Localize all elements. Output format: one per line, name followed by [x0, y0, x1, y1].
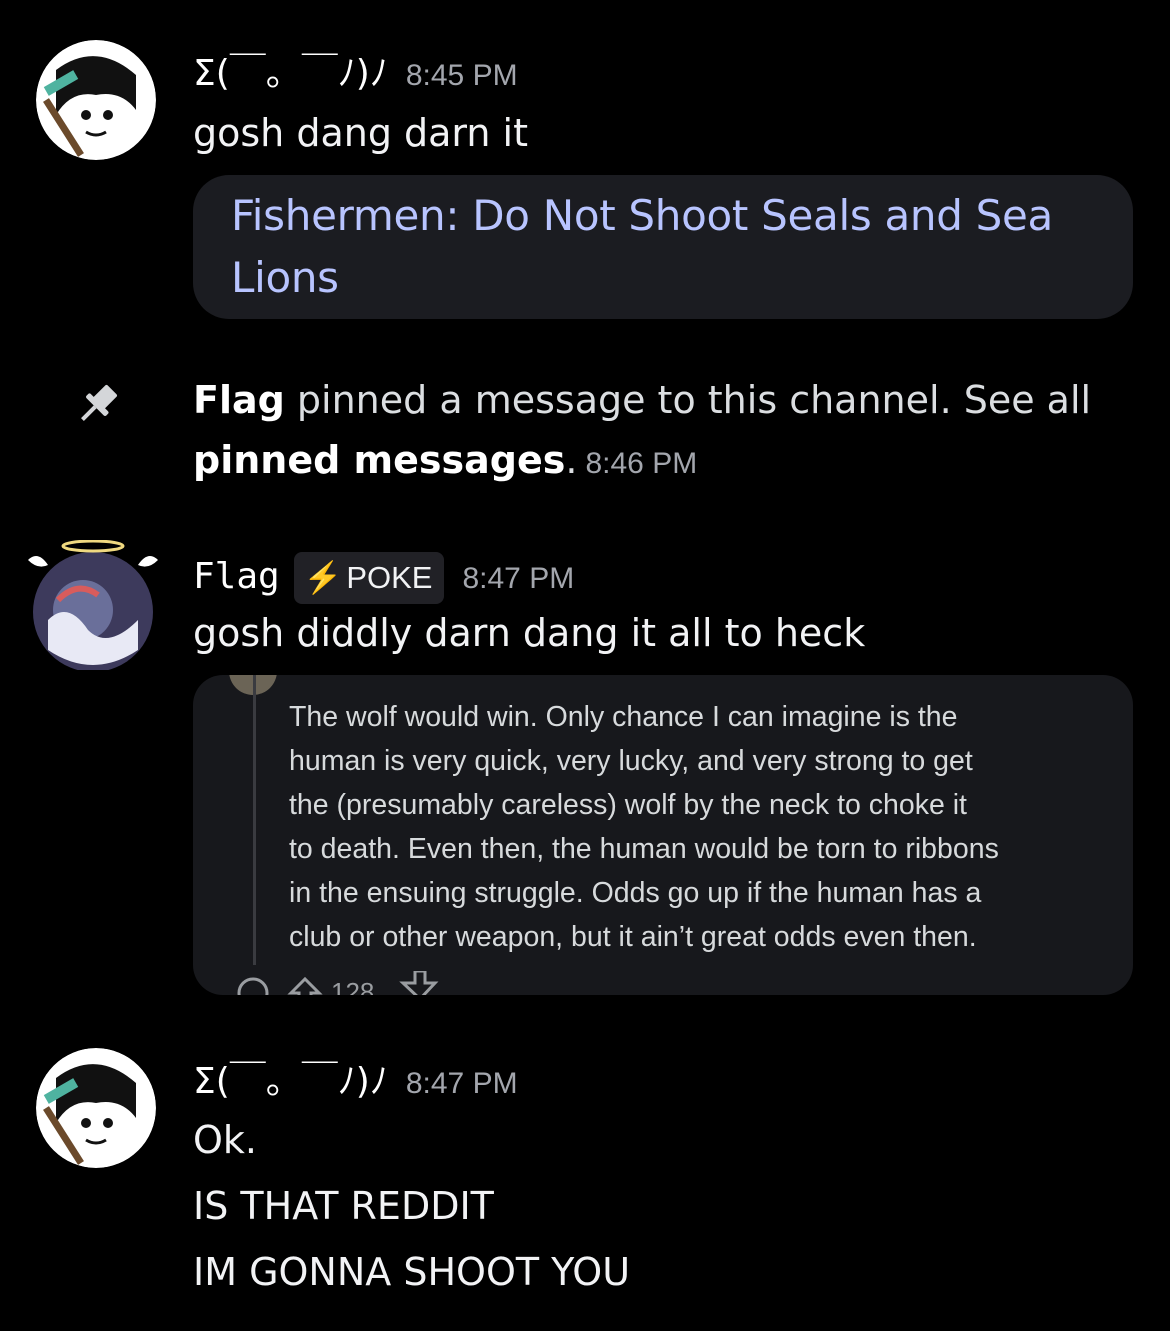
reply-icon	[237, 977, 269, 995]
clan-badge[interactable]: ⚡ POKE	[293, 552, 445, 604]
reddit-comment-body: The wolf would win. Only chance I can im…	[289, 695, 1109, 959]
pinned-messages-link[interactable]: pinned messages	[193, 438, 565, 482]
system-text-end: .	[565, 438, 578, 482]
vote-bar: 128	[235, 971, 535, 995]
message-text: Ok.	[193, 1118, 257, 1162]
badge-label: POKE	[346, 560, 433, 595]
timestamp: 8:46 PM	[585, 447, 698, 480]
timestamp: 8:47 PM	[405, 1067, 518, 1100]
system-actor[interactable]: Flag	[193, 378, 285, 422]
downvote-icon	[399, 971, 439, 995]
lightning-bolt-icon: ⚡	[303, 560, 343, 595]
image-attachment[interactable]: The wolf would win. Only chance I can im…	[193, 675, 1133, 995]
message-text: gosh diddly darn dang it all to heck	[193, 611, 866, 655]
comment-line: club or other weapon, but it ain’t great…	[289, 921, 977, 953]
username[interactable]: Σ(￣。￣ﾉ)ﾉ	[193, 53, 388, 94]
message-text: gosh dang darn it	[193, 111, 529, 155]
comment-line: The wolf would win. Only chance I can im…	[289, 701, 958, 733]
message-text: IM GONNA SHOOT YOU	[193, 1250, 631, 1294]
upvote-icon	[287, 976, 323, 995]
message-text: IS THAT REDDIT	[193, 1184, 494, 1228]
message-header: Σ(￣。￣ﾉ)ﾉ 8:45 PM	[193, 52, 518, 98]
username[interactable]: Flag	[193, 556, 280, 597]
comment-line: in the ensuing struggle. Odds go up if t…	[289, 877, 982, 909]
link-title-line-2[interactable]: Lions	[231, 247, 1095, 309]
user-avatar-sigma[interactable]	[36, 1048, 156, 1168]
comment-line: the (presumably careless) wolf by the ne…	[289, 789, 967, 821]
comment-line: to death. Even then, the human would be …	[289, 833, 999, 865]
message-header: Flag ⚡ POKE 8:47 PM	[193, 552, 574, 604]
system-pin-message: Flag pinned a message to this channel. S…	[193, 370, 1093, 494]
link-title-line-1[interactable]: Fishermen: Do Not Shoot Seals and Sea	[231, 185, 1095, 247]
username[interactable]: Σ(￣。￣ﾉ)ﾉ	[193, 1061, 388, 1102]
message-header: Σ(￣。￣ﾉ)ﾉ 8:47 PM	[193, 1060, 518, 1106]
timestamp: 8:47 PM	[462, 562, 575, 595]
link-embed-card[interactable]: Fishermen: Do Not Shoot Seals and Sea Li…	[193, 175, 1133, 319]
user-avatar-flag[interactable]	[28, 540, 158, 672]
upvote-count: 128	[331, 977, 375, 995]
system-text: pinned a message to this channel. See al…	[284, 378, 1092, 422]
comment-line: human is very quick, very lucky, and ver…	[289, 745, 973, 777]
user-avatar-sigma[interactable]	[36, 40, 156, 160]
timestamp: 8:45 PM	[405, 59, 518, 92]
pin-icon	[81, 385, 117, 421]
thread-line	[253, 675, 256, 965]
